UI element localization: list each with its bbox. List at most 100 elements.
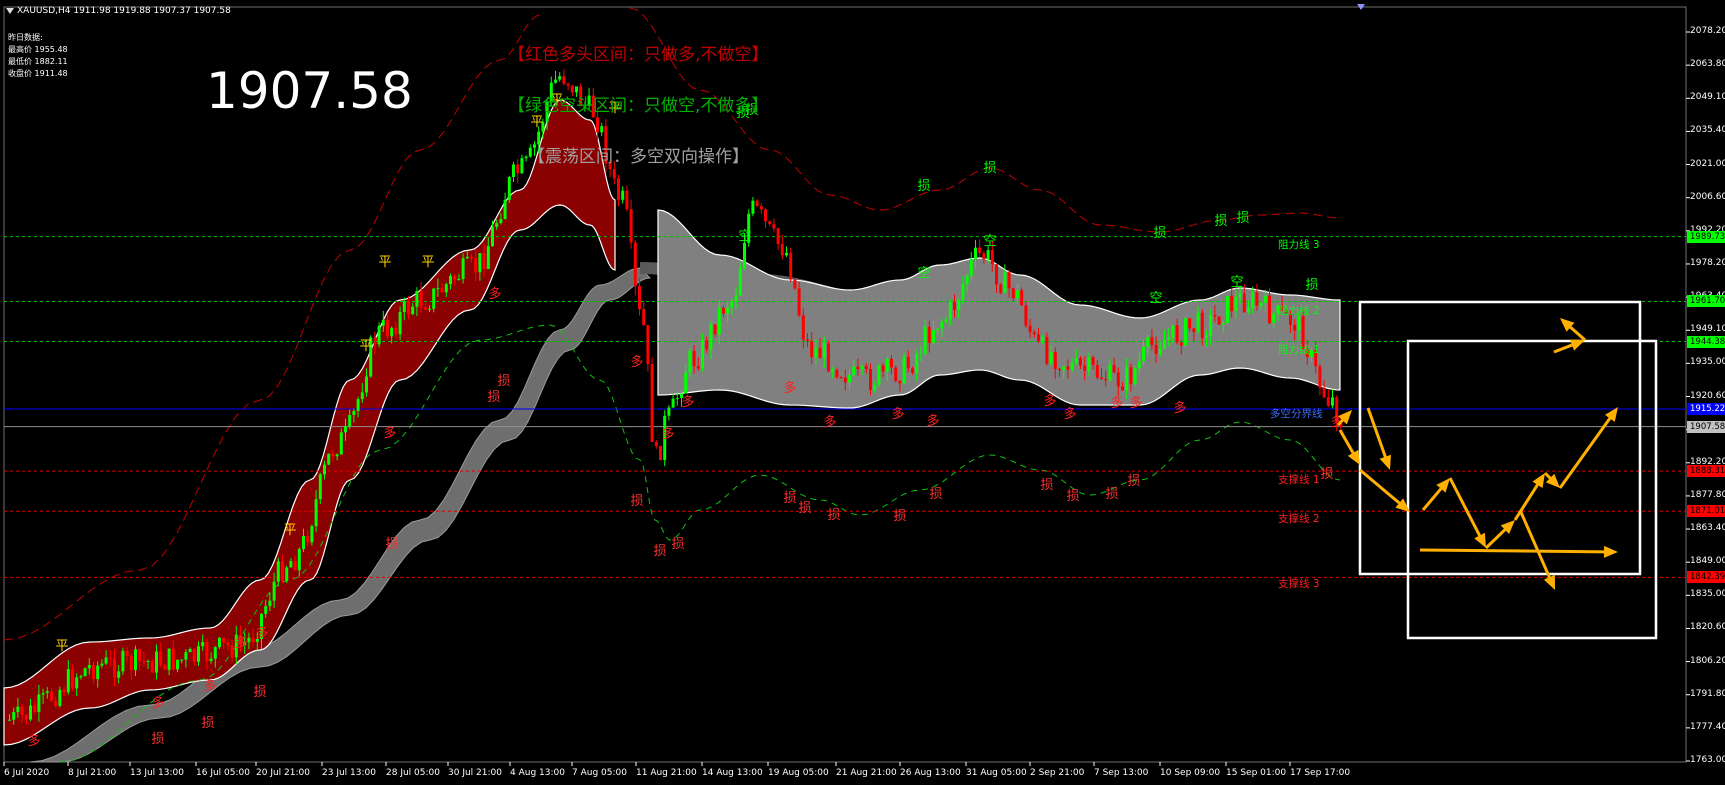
candle-body — [516, 164, 520, 174]
pivot-label: 多空分界线 — [1270, 408, 1323, 420]
candle-body — [507, 176, 511, 200]
candle-body — [444, 284, 448, 293]
candle-body — [1058, 369, 1061, 371]
signal-flat-marker: 平 — [421, 255, 434, 270]
candle-body — [184, 652, 188, 660]
time-tick-label: 8 Jul 21:00 — [68, 768, 117, 778]
candle-body — [512, 164, 515, 177]
symbol-header: XAUUSD,H4 1911.98 1919.88 1907.37 1907.5… — [6, 6, 231, 16]
candle-body — [432, 288, 436, 309]
candle-body — [209, 658, 213, 661]
price-level-tag: 1989.73 — [1687, 230, 1725, 243]
candle-body — [415, 291, 419, 307]
candle-body — [1217, 316, 1221, 325]
candle-body — [1326, 397, 1330, 406]
candle-body — [1188, 318, 1192, 329]
price-axis[interactable]: 2078.20 2063.80 2049.10 2035.40 2021.00 2006.… — [1686, 0, 1725, 765]
green-zone-legend: 【绿色空头区间：只做空,不做多】 — [508, 96, 769, 116]
candle-body — [482, 253, 486, 269]
symbol-ohlc: XAUUSD,H4 1911.98 1919.88 1907.37 1907.5… — [17, 6, 231, 16]
signal-long-marker: 多 — [1110, 395, 1123, 411]
price-tick-label: 1978.20 — [1690, 257, 1725, 268]
candle-body — [885, 358, 889, 372]
candle-body — [104, 657, 108, 664]
candle-body — [688, 350, 692, 373]
candle-body — [146, 661, 150, 663]
time-tick-label: 14 Aug 13:00 — [702, 768, 763, 778]
time-tick-label: 28 Jul 05:00 — [386, 768, 440, 778]
candle-body — [8, 719, 11, 721]
candle-body — [692, 350, 696, 367]
candle-body — [969, 259, 973, 276]
candle-body — [1083, 365, 1087, 371]
candle-body — [730, 301, 734, 308]
collapse-triangle-icon[interactable] — [6, 7, 14, 14]
candle-body — [932, 330, 935, 343]
candle-body — [1028, 325, 1032, 333]
prev-day-low: 最低价 1882.11 — [8, 57, 68, 66]
candle-body — [734, 295, 738, 302]
candle-body — [906, 356, 910, 369]
signal-flat-marker: 平 — [359, 339, 372, 354]
candle-body — [117, 671, 121, 678]
candle-body — [113, 658, 116, 678]
forecast-arrow — [1419, 545, 1618, 558]
candle-body — [894, 367, 898, 382]
forecast-arrow — [1338, 429, 1360, 465]
time-tick-label: 10 Sep 09:00 — [1160, 768, 1221, 778]
signal-short-marker: 空 — [983, 234, 996, 249]
forecast-arrow — [1359, 468, 1410, 512]
candle-body — [386, 320, 389, 337]
candle-body — [982, 253, 986, 260]
signal-stop-marker: 损 — [1214, 214, 1227, 229]
signal-stop-marker: 损 — [1127, 474, 1140, 489]
candle-body — [1041, 336, 1045, 342]
signal-long-marker: 多 — [255, 625, 268, 641]
candle-body — [100, 663, 104, 666]
price-level-tag: 1888.31 — [1687, 465, 1725, 478]
signal-stop-marker: 损 — [151, 732, 164, 747]
price-level-tag: 1871.01 — [1687, 505, 1725, 518]
candle-body — [394, 327, 398, 335]
candle-body — [1209, 314, 1213, 336]
candle-body — [642, 309, 646, 326]
candle-body — [461, 258, 465, 279]
arrow-shape — [1543, 471, 1560, 488]
signal-stop-marker: 损 — [917, 179, 930, 194]
candle-body — [402, 301, 406, 313]
support-2-label: 支撑线 2 — [1278, 513, 1320, 525]
signal-short-marker: 空 — [738, 229, 751, 244]
candle-body — [348, 414, 352, 427]
candle-body — [230, 645, 234, 658]
arrow-shape — [1513, 473, 1545, 521]
candle-body — [919, 353, 923, 355]
candle-body — [1062, 366, 1066, 371]
price-tick-label: 2063.80 — [1690, 59, 1725, 70]
price-tick-label: 1849.00 — [1690, 556, 1725, 567]
candle-body — [1200, 312, 1204, 339]
candle-body — [965, 275, 969, 285]
candle-body — [1163, 339, 1166, 349]
candle-body — [562, 76, 566, 84]
candle-body — [302, 535, 305, 550]
candle-body — [197, 646, 200, 662]
candle-body — [272, 581, 276, 601]
time-tick-label: 16 Jul 05:00 — [196, 768, 250, 778]
candle-body — [499, 219, 503, 224]
candle-body — [92, 664, 95, 680]
signal-stop-marker: 损 — [1105, 487, 1118, 502]
time-tick-label: 31 Aug 05:00 — [966, 768, 1027, 778]
candle-body — [247, 637, 251, 643]
signal-short-marker: 空 — [1230, 275, 1243, 290]
candle-body — [155, 651, 158, 673]
candle-body — [251, 637, 255, 642]
candle-body — [948, 302, 952, 320]
forecast-arrow — [1558, 407, 1618, 489]
candle-body — [722, 307, 725, 314]
signal-stop-marker: 损 — [653, 544, 666, 559]
arrow-shape — [1359, 468, 1410, 512]
candle-body — [465, 256, 469, 259]
candle-body — [1074, 357, 1078, 364]
signal-long-marker: 多 — [823, 414, 836, 430]
candle-body — [318, 474, 322, 500]
